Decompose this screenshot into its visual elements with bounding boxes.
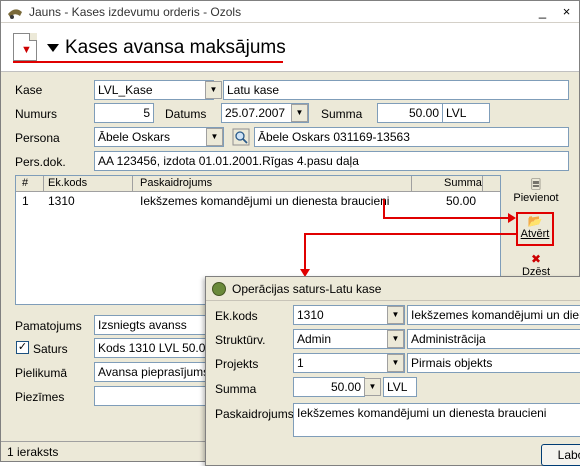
dlg-strukt-label: Struktūrv. xyxy=(215,333,266,347)
dialog-title-bar: Operācijas saturs-Latu kase xyxy=(206,277,580,301)
col-header-summa[interactable]: Summa xyxy=(444,177,482,189)
callout-line xyxy=(304,233,516,235)
app-icon xyxy=(8,9,22,19)
col-header-num[interactable]: # xyxy=(22,177,28,189)
delete-x-icon: ✖ xyxy=(530,252,542,266)
dlg-projekts-dropdown-icon[interactable]: ▼ xyxy=(387,354,404,372)
search-icon[interactable] xyxy=(232,128,250,146)
col-header-paskaidrojums[interactable]: Paskaidrojums xyxy=(140,177,212,189)
folder-open-icon: 📂 xyxy=(527,214,543,228)
row-num: 1 xyxy=(22,194,29,208)
dlg-ekkods-desc: Iekšzemes komandējumi un dienesta xyxy=(407,305,580,325)
document-icon: ▼ xyxy=(13,33,37,61)
window-title: Jauns - Kases izdevumu orderis - Ozols xyxy=(29,5,242,19)
callout-line xyxy=(383,217,511,219)
kase-dropdown-icon[interactable]: ▼ xyxy=(205,81,222,99)
dlg-summa-label: Summa xyxy=(215,382,257,396)
numurs-label: Numurs xyxy=(15,107,58,121)
delete-button[interactable]: ✖ Dzēst xyxy=(511,252,561,279)
saturs-input[interactable]: Kods 1310 LVL 50.00. xyxy=(94,338,206,358)
add-button[interactable]: 🗏 Pievienot xyxy=(511,178,561,205)
kase-label: Kase xyxy=(15,83,43,97)
summa-currency: LVL xyxy=(442,103,490,123)
persona-select[interactable]: Ābele Oskars xyxy=(94,127,224,147)
piezimes-label: Piezīmes xyxy=(15,390,65,404)
persdok-input[interactable]: AA 123456, izdota 01.01.2001.Rīgas 4.pas… xyxy=(94,151,569,171)
pamatojums-input[interactable]: Izsniegts avanss xyxy=(94,315,206,335)
kase-desc: Latu kase xyxy=(223,80,569,100)
dlg-projekts-desc: Pirmais objekts xyxy=(407,353,580,373)
divider xyxy=(1,71,579,72)
row-ekkods: 1310 xyxy=(48,194,75,208)
form-header: ▼ Kases avansa maksājums xyxy=(1,23,579,71)
title-bar: Jauns - Kases izdevumu orderis - Ozols _… xyxy=(1,1,579,23)
pielikuma-input[interactable]: Avansa pieprasījums xyxy=(94,362,206,382)
dialog-title: Operācijas saturs-Latu kase xyxy=(232,282,382,296)
collapse-triangle-icon[interactable] xyxy=(47,44,59,52)
pielikuma-label: Pielikumā xyxy=(15,366,68,380)
close-button[interactable]: × xyxy=(556,3,577,21)
open-button[interactable]: 📂 Atvērt xyxy=(515,214,555,241)
title-underline xyxy=(13,61,283,63)
dlg-summa-currency: LVL xyxy=(383,377,417,397)
page-title: Kases avansa maksājums xyxy=(65,37,286,58)
dlg-projekts-label: Projekts xyxy=(215,357,259,371)
dialog-icon xyxy=(212,282,226,296)
persona-dropdown-icon[interactable]: ▼ xyxy=(206,128,223,146)
new-document-icon: 🗏 xyxy=(531,178,541,192)
persdok-label: Pers.dok. xyxy=(15,155,66,169)
persona-desc: Ābele Oskars 031169-13563 xyxy=(254,127,569,147)
record-count: 1 ieraksts xyxy=(7,445,59,459)
kase-select[interactable]: LVL_Kase xyxy=(94,80,214,100)
dlg-strukt-dropdown-icon[interactable]: ▼ xyxy=(387,330,404,348)
minimize-button[interactable]: _ xyxy=(532,3,553,21)
row-summa: 50.00 xyxy=(446,194,477,208)
dlg-strukt-desc: Administrācija xyxy=(407,329,580,349)
dlg-ekkods-label: Ek.kods xyxy=(215,309,258,323)
dlg-paskaidr-textarea[interactable]: Iekšzemes komandējumi un dienesta brauci… xyxy=(293,403,580,437)
summa-input[interactable]: 50.00 xyxy=(377,103,443,123)
grid-header: # Ek.kods Paskaidrojums Summa xyxy=(16,176,500,192)
row-paskaidrojums: Iekšzemes komandējumi un dienesta brauci… xyxy=(140,194,390,208)
dlg-summa-input[interactable]: 50.00 xyxy=(293,377,365,397)
persona-label: Persona xyxy=(15,131,60,145)
dlg-paskaidr-label: Paskaidrojums xyxy=(215,407,294,421)
datums-label: Datums xyxy=(165,107,207,121)
callout-arrowhead xyxy=(508,213,516,223)
saturs-label: Saturs xyxy=(33,342,68,356)
callout-line xyxy=(383,199,385,219)
piezimes-input[interactable] xyxy=(94,386,206,406)
dlg-summa-dropdown-icon[interactable]: ▼ xyxy=(364,378,381,396)
dlg-ok-button[interactable]: Labo xyxy=(541,444,580,466)
col-header-ekkods[interactable]: Ek.kods xyxy=(48,177,87,189)
numurs-input[interactable]: 5 xyxy=(94,103,154,123)
dlg-ekkods-dropdown-icon[interactable]: ▼ xyxy=(387,306,404,324)
operation-dialog: Operācijas saturs-Latu kase Ek.kods 1310… xyxy=(205,276,580,466)
summa-label: Summa xyxy=(321,107,363,121)
datums-dropdown-icon[interactable]: ▼ xyxy=(291,104,308,122)
saturs-checkbox[interactable]: ✓ xyxy=(16,341,29,354)
callout-line xyxy=(304,233,306,271)
pamatojums-label: Pamatojums xyxy=(15,319,82,333)
